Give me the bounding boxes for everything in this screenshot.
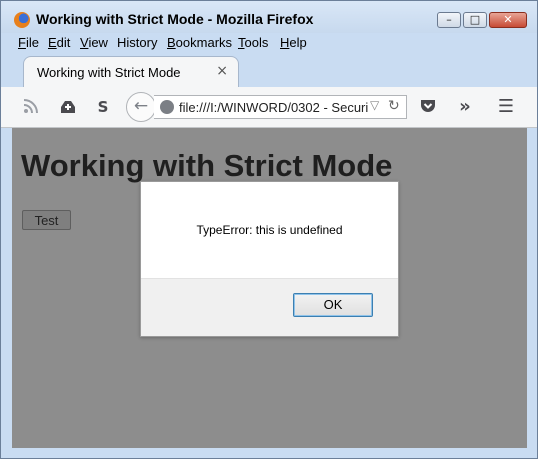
menu-help-rest: elp — [289, 35, 307, 50]
dialog-message: TypeError: this is undefined — [196, 223, 343, 237]
minimize-icon: – — [446, 13, 452, 26]
globe-icon — [160, 100, 174, 114]
menu-view[interactable]: View — [80, 35, 108, 50]
minimize-button[interactable]: – — [437, 12, 461, 28]
menu-file-rest: ile — [25, 35, 39, 50]
menu-tools[interactable]: Tools — [238, 35, 268, 50]
navigation-toolbar: S ← file:///I:/WINWORD/0302 - Securi ▽ ↻… — [1, 87, 537, 128]
maximize-icon: □ — [469, 13, 481, 26]
tab-strip: Working with Strict Mode × — [1, 53, 537, 87]
test-button[interactable]: Test — [22, 210, 71, 230]
s-icon[interactable]: S — [93, 97, 113, 117]
menu-edit-rest: dit — [56, 35, 71, 50]
ok-button[interactable]: OK — [293, 293, 373, 317]
menu-view-rest: iew — [88, 35, 108, 50]
url-dropdown-icon[interactable]: ▽ — [370, 98, 379, 112]
close-icon: ✕ — [503, 13, 513, 26]
pocket-icon[interactable] — [418, 97, 438, 117]
menu-file[interactable]: File — [18, 35, 39, 50]
menu-help[interactable]: Help — [280, 35, 307, 50]
dialog-footer: OK — [141, 278, 398, 336]
window-title: Working with Strict Mode - Mozilla Firef… — [36, 11, 314, 27]
menu-bookmarks-rest: ookmarks — [175, 35, 233, 50]
firefox-logo-icon — [14, 12, 30, 28]
back-button[interactable]: ← — [126, 92, 156, 122]
page-heading: Working with Strict Mode — [21, 148, 393, 183]
maximize-button[interactable]: □ — [463, 12, 487, 28]
tab-label: Working with Strict Mode — [37, 65, 181, 80]
overflow-icon[interactable]: » — [455, 97, 475, 117]
window-controls: – □ ✕ — [437, 12, 527, 28]
close-button[interactable]: ✕ — [489, 12, 527, 28]
url-bar[interactable]: file:///I:/WINWORD/0302 - Securi ▽ ↻ — [154, 95, 407, 119]
title-bar: Working with Strict Mode - Mozilla Firef… — [1, 1, 537, 33]
url-text: file:///I:/WINWORD/0302 - Securi — [179, 100, 369, 115]
menu-tools-rest: ools — [244, 35, 269, 50]
tab-close-icon[interactable]: × — [216, 63, 228, 79]
hamburger-icon[interactable]: ☰ — [496, 97, 516, 117]
menu-bookmarks[interactable]: Bookmarks — [167, 35, 232, 50]
rss-icon[interactable] — [21, 97, 41, 117]
menu-edit[interactable]: Edit — [48, 35, 70, 50]
upload-icon[interactable] — [58, 97, 78, 117]
tab-active[interactable]: Working with Strict Mode × — [23, 56, 239, 87]
alert-dialog: TypeError: this is undefined OK — [140, 181, 399, 337]
reload-icon[interactable]: ↻ — [388, 98, 400, 114]
menu-history[interactable]: History — [117, 35, 157, 50]
menu-history-label: History — [117, 35, 158, 50]
menu-bar: File Edit View History Bookmarks Tools H… — [1, 33, 537, 53]
